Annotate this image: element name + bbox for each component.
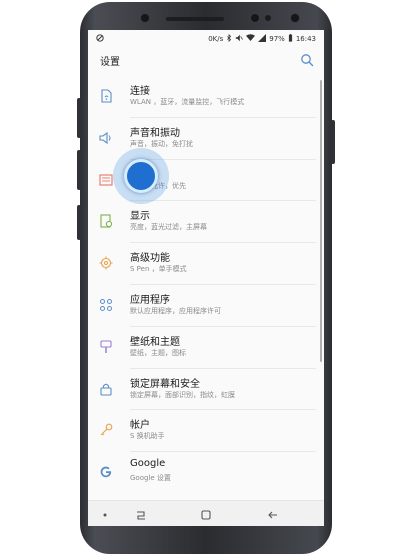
mute-icon (235, 34, 244, 44)
settings-item-sub: 锁定屏幕，面部识别，指纹，虹膜 (130, 390, 235, 399)
wifi-icon (246, 34, 256, 44)
settings-item-sub: WLAN ，蓝牙，流量监控，飞行模式 (130, 98, 245, 106)
back-icon[interactable] (266, 507, 280, 521)
key-icon (98, 422, 114, 438)
settings-item-label: 连接 (130, 86, 150, 97)
settings-item-connections[interactable]: 连接 WLAN ，蓝牙，流量监控，飞行模式 (88, 76, 324, 118)
connection-icon (98, 88, 114, 104)
settings-item-label: 声音和振动 (130, 127, 180, 139)
settings-item-display[interactable]: 显示 亮度，蓝光过滤，主屏幕 (88, 201, 324, 244)
nav-dot-icon[interactable] (98, 507, 112, 521)
volume-down-key (77, 150, 81, 190)
apps-icon (98, 297, 114, 313)
settings-item-label: 壁纸和主题 (130, 336, 180, 348)
bluetooth-icon (226, 33, 232, 44)
recent-apps-icon[interactable] (134, 507, 148, 521)
power-key (331, 120, 335, 164)
touch-indicator (124, 159, 158, 193)
battery-level: 97% (269, 35, 285, 43)
network-speed: 0K/s (208, 35, 224, 43)
battery-icon (288, 34, 293, 44)
settings-item-label: 帐户 (130, 420, 150, 432)
settings-item-sub: Google 设置 (130, 474, 171, 483)
settings-item-label: 高级功能 (130, 253, 170, 265)
signal-icon (258, 34, 267, 44)
settings-item-lock-security[interactable]: 锁定屏幕和安全 锁定屏幕，面部识别，指纹，虹膜 (88, 369, 324, 411)
scrollbar[interactable] (320, 80, 322, 362)
settings-item-sub: 默认应用程序，应用程序许可 (130, 306, 221, 315)
settings-item-accounts[interactable]: 帐户 S 换机助手 (88, 410, 324, 453)
home-icon[interactable] (199, 507, 213, 521)
settings-item-google[interactable]: Google Google 设置 (88, 452, 324, 494)
settings-item-label: 显示 (130, 211, 150, 223)
sound-icon (98, 130, 114, 146)
notification-icon (98, 172, 114, 188)
status-bar: 0K/s 97% 16:43 (88, 30, 324, 48)
settings-item-label: 锁定屏幕和安全 (130, 378, 200, 390)
settings-item-sub: S 换机助手 (130, 432, 165, 441)
screen: 0K/s 97% 16:43 设置 连接 WLAN ，蓝牙，流量监控，飞行模式 … (88, 30, 324, 526)
settings-header: 设置 (88, 48, 324, 76)
sensor-icon (140, 13, 150, 23)
page-title: 设置 (100, 57, 120, 68)
search-icon[interactable] (300, 52, 314, 67)
advanced-features-icon (98, 255, 114, 271)
settings-item-label: 应用程序 (130, 294, 170, 306)
navigation-bar (88, 500, 324, 526)
iris-camera-icon (290, 13, 300, 23)
front-camera-icon (250, 13, 260, 23)
settings-item-advanced-features[interactable]: 高级功能 S Pen ，单手模式 (88, 243, 324, 285)
settings-list: 连接 WLAN ，蓝牙，流量监控，飞行模式 声音和振动 声音，振动，免打扰 通知… (88, 76, 324, 494)
settings-item-sub: 壁纸，主题，图标 (130, 348, 186, 357)
display-icon (98, 213, 114, 229)
settings-item-apps[interactable]: 应用程序 默认应用程序，应用程序许可 (88, 285, 324, 327)
bixby-key (77, 205, 81, 240)
google-icon (98, 464, 114, 480)
settings-item-sub: 亮度，蓝光过滤，主屏幕 (130, 223, 207, 232)
lock-icon (98, 381, 114, 397)
wallpaper-icon (98, 339, 114, 355)
sync-off-icon (96, 34, 104, 44)
settings-item-sub: S Pen ，单手模式 (130, 265, 187, 274)
clock: 16:43 (295, 35, 316, 43)
volume-up-key (77, 98, 81, 138)
settings-item-wallpaper-themes[interactable]: 壁纸和主题 壁纸，主题，图标 (88, 327, 324, 369)
earpiece-speaker (166, 17, 224, 21)
settings-item-label: Google (130, 458, 166, 470)
proximity-sensor (265, 15, 271, 21)
